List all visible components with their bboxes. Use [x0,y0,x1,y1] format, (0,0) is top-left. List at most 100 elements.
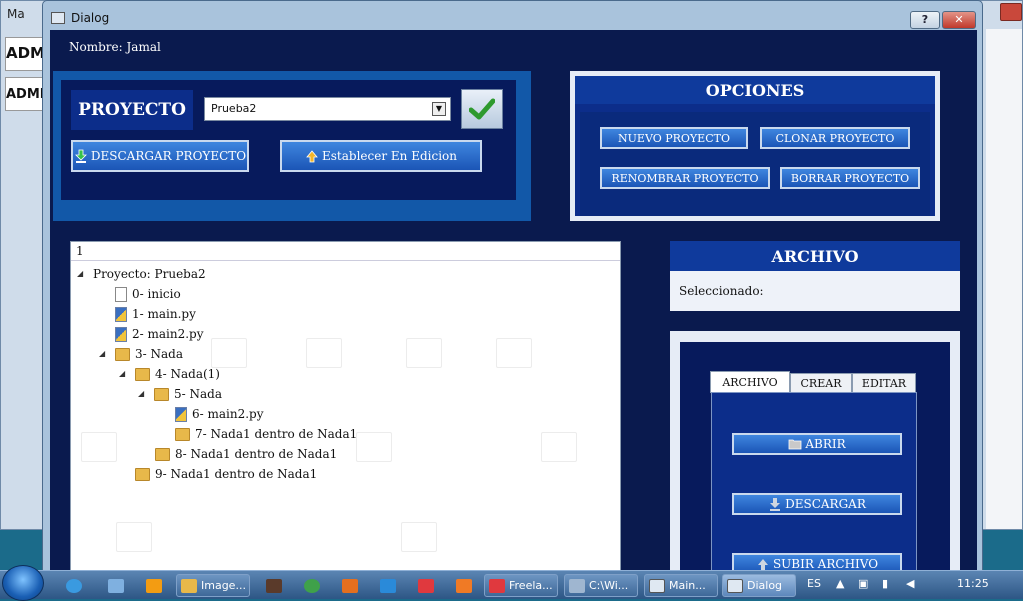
language-indicator[interactable]: ES [807,577,821,590]
selected-file-label: Seleccionado: [670,271,960,311]
tray-device-icon[interactable]: ▣ [858,577,868,590]
python-file-icon [115,306,127,322]
tree-item[interactable]: 1- main.py [115,304,196,324]
tab-page-archivo: ABRIR DESCARGAR SUBIR ARCHIVO [711,392,917,576]
sublime-icon[interactable] [338,574,362,597]
folder-watermark [356,432,392,462]
rename-project-button[interactable]: RENOMBRAR PROYECTO [600,167,770,189]
vscode-icon[interactable] [376,574,400,597]
vivaldi-icon [489,578,505,593]
download-project-button[interactable]: DESCARGAR PROYECTO [71,140,249,172]
clone-project-button[interactable]: CLONAR PROYECTO [760,127,910,149]
folder-watermark [406,338,442,368]
network-icon[interactable] [104,574,128,597]
folder-icon [154,387,169,401]
taskbar-item-main[interactable]: Main... [644,574,718,597]
expand-arrow-icon[interactable]: ◢ [138,389,144,398]
folder-watermark [496,338,532,368]
set-edit-button[interactable]: Establecer En Edicion [280,140,482,172]
archivo-title: ARCHIVO [670,241,960,271]
expand-arrow-icon[interactable]: ◢ [99,349,105,358]
folder-icon [115,347,130,361]
options-panel: OPCIONES NUEVO PROYECTO CLONAR PROYECTO … [570,71,940,221]
tree-item-label: 7- Nada1 dentro de Nada1 [195,427,358,441]
delete-project-button[interactable]: BORRAR PROYECTO [780,167,920,189]
background-close-button[interactable] [1000,3,1022,21]
taskbar-item-label: Dialog [747,579,783,592]
tree-item[interactable]: 9- Nada1 dentro de Nada1 [135,464,317,484]
new-project-button[interactable]: NUEVO PROYECTO [600,127,748,149]
taskbar-item-label: Main... [669,579,706,592]
tree-item[interactable]: 0- inicio [115,284,181,304]
background-window-title: Ma [7,7,25,21]
python-file-icon [175,406,187,422]
open-file-button[interactable]: ABRIR [732,433,902,455]
tab-archivo[interactable]: ARCHIVO [710,371,790,393]
project-select[interactable]: Prueba2 ▼ [204,97,451,121]
folder-open-icon [788,439,802,450]
open-file-label: ABRIR [805,437,846,451]
chrome-icon[interactable] [300,574,324,597]
adm-label-2: ADMI [5,77,45,111]
tree-item[interactable]: 4- Nada(1) [135,364,220,384]
checkmark-icon [469,98,495,120]
clock[interactable]: 11:25 [957,577,989,590]
taskbar-item-label: Freela... [509,579,553,592]
dialog-icon [51,12,65,24]
tree-item[interactable]: 3- Nada [115,344,183,364]
expand-arrow-icon[interactable]: ◢ [119,369,125,378]
dialog-client-area: Nombre: Jamal PROYECTO Prueba2 ▼ DESCARG… [50,30,977,576]
ie-icon[interactable] [62,574,86,597]
close-button[interactable]: ✕ [942,11,976,29]
download-file-button[interactable]: DESCARGAR [732,493,902,515]
confirm-project-button[interactable] [461,89,503,129]
set-edit-label: Establecer En Edicion [322,149,457,163]
media-player-icon[interactable] [142,574,166,597]
tree-item-root[interactable]: Proyecto: Prueba2 [93,264,206,284]
expand-arrow-icon[interactable]: ◢ [77,269,83,278]
tree-item[interactable]: 8- Nada1 dentro de Nada1 [155,444,337,464]
volume-icon[interactable]: ◀ [906,577,914,590]
xampp-icon[interactable] [452,574,476,597]
help-button[interactable]: ? [910,11,940,29]
chevron-down-icon[interactable]: ▼ [432,102,446,116]
tab-crear[interactable]: CREAR [790,373,852,393]
dialog-titlebar: Dialog [51,7,109,29]
tree-item[interactable]: 2- main2.py [115,324,204,344]
taskbar: Image... Freela... C:\Wi... Main... Dial… [0,565,1023,601]
tree-item-label: 3- Nada [135,347,183,361]
options-title: OPCIONES [575,76,935,104]
project-panel-inner: PROYECTO Prueba2 ▼ DESCARGAR PROYECTO Es… [61,80,516,200]
tree-item[interactable]: 6- main2.py [175,404,264,424]
tree-item[interactable]: 7- Nada1 dentro de Nada1 [175,424,357,444]
upload-file-label: SUBIR ARCHIVO [772,557,879,571]
tree-item-label: 2- main2.py [132,327,204,341]
project-panel: PROYECTO Prueba2 ▼ DESCARGAR PROYECTO Es… [53,71,531,221]
project-tree[interactable]: 1 ◢ Proyecto: Prueba2 0- inicio 1- main.… [70,241,621,576]
dialog-window: Dialog ? ✕ Nombre: Jamal PROYECTO Prueba… [42,0,983,576]
window-icon [727,578,743,593]
start-button[interactable] [2,565,44,601]
vivaldi-icon[interactable] [414,574,438,597]
download-icon [770,498,781,511]
taskbar-item-label: C:\Wi... [589,579,629,592]
tab-editar[interactable]: EDITAR [852,373,916,393]
show-hidden-icons-icon[interactable]: ▲ [836,577,844,590]
taskbar-item-freela[interactable]: Freela... [484,574,558,597]
taskbar-item-image[interactable]: Image... [176,574,250,597]
tree-item-label: 9- Nada1 dentro de Nada1 [155,467,318,481]
project-select-value: Prueba2 [211,102,257,115]
taskbar-item-dialog[interactable]: Dialog [722,574,796,597]
python-file-icon [115,326,127,342]
game-icon[interactable] [262,574,286,597]
file-actions-inner: ARCHIVO CREAR EDITAR ABRIR DESCARGAR SUB… [680,342,950,576]
folder-watermark [541,432,577,462]
tree-item[interactable]: 5- Nada [154,384,222,404]
folder-icon [181,578,197,593]
signal-icon[interactable]: ▮ [882,577,888,590]
download-file-label: DESCARGAR [785,497,866,511]
folder-watermark [116,522,152,552]
folder-watermark [306,338,342,368]
dialog-title: Dialog [71,11,110,25]
taskbar-item-cmd[interactable]: C:\Wi... [564,574,638,597]
